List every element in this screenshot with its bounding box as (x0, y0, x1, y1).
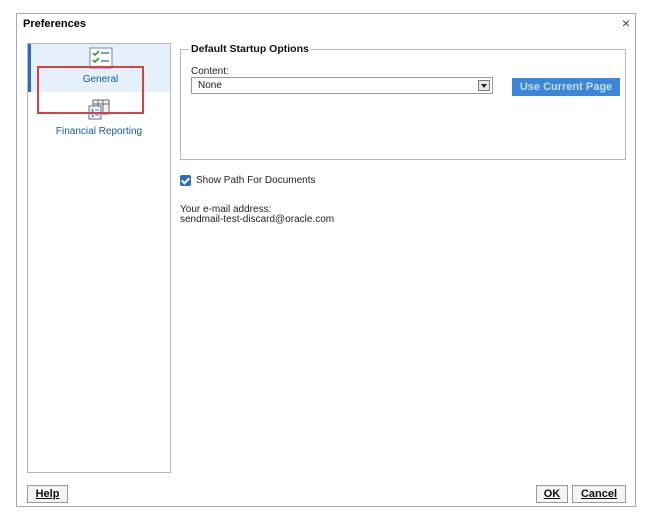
nav-item-financial-reporting[interactable]: $ $ Financial Reporting (28, 96, 170, 142)
email-value: sendmail-test-discard@oracle.com (180, 214, 335, 225)
show-path-label: Show Path For Documents (196, 175, 316, 186)
chevron-down-icon[interactable] (478, 80, 490, 91)
nav-item-label: Financial Reporting (55, 126, 143, 137)
report-grid-icon: $ $ (88, 99, 110, 124)
nav-item-label: General (82, 74, 119, 85)
content-select-value: None (198, 80, 222, 91)
preferences-dialog: Preferences × General $ $ Financial Repo… (16, 13, 636, 507)
close-icon[interactable]: × (622, 15, 630, 31)
svg-text:$: $ (91, 113, 94, 119)
show-path-row[interactable]: Show Path For Documents (180, 175, 316, 186)
help-button[interactable]: Help (27, 485, 68, 503)
checklist-icon (89, 47, 113, 72)
preferences-nav: General $ $ Financial Reporting (27, 43, 171, 473)
use-current-page-button[interactable]: Use Current Page (512, 78, 620, 96)
ok-button[interactable]: OK (536, 485, 568, 503)
cancel-button[interactable]: Cancel (572, 485, 626, 503)
content-select[interactable]: None (191, 77, 493, 94)
nav-item-general[interactable]: General (28, 44, 170, 92)
default-startup-options-group (180, 49, 626, 160)
content-label: Content: (191, 66, 229, 77)
group-legend: Default Startup Options (189, 43, 311, 55)
show-path-checkbox[interactable] (180, 175, 191, 186)
dialog-title: Preferences (23, 18, 86, 30)
